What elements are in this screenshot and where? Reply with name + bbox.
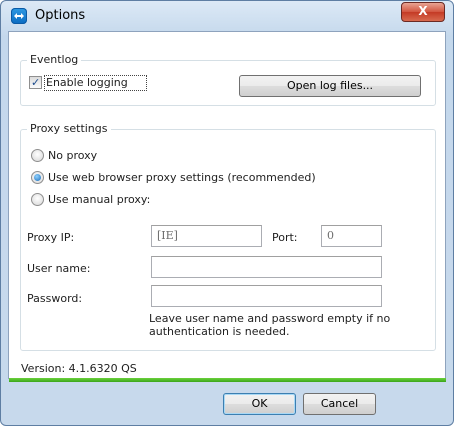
eventlog-group: Eventlog ✓ Enable logging Open log files…	[20, 53, 436, 106]
checkmark-icon: ✓	[31, 76, 41, 89]
window-title: Options	[35, 8, 86, 23]
radio-no-proxy[interactable]: No proxy	[31, 148, 151, 164]
hint-line-2: authentication is needed.	[149, 325, 290, 338]
password-label: Password:	[27, 292, 83, 305]
enable-logging-label: Enable logging	[46, 76, 128, 89]
ok-button[interactable]: OK	[223, 393, 296, 415]
proxy-ip-field[interactable]: [IE]	[151, 225, 262, 247]
port-label: Port:	[272, 231, 298, 244]
dialog-content: Eventlog ✓ Enable logging Open log files…	[8, 31, 446, 379]
options-dialog: Options X Eventlog ✓ Enable logging Open…	[0, 0, 454, 426]
open-log-files-button[interactable]: Open log files...	[239, 75, 421, 97]
radio-label: Use manual proxy:	[48, 193, 151, 206]
port-field[interactable]: 0	[321, 225, 382, 247]
enable-logging-checkbox[interactable]: ✓ Enable logging	[29, 75, 149, 91]
close-button[interactable]: X	[401, 2, 445, 22]
hint-line-1: Leave user name and password empty if no	[149, 312, 391, 325]
user-name-label: User name:	[27, 262, 91, 275]
title-bar[interactable]: Options X	[1, 1, 453, 31]
radio-button[interactable]	[31, 193, 44, 206]
proxy-settings-group: Proxy settings No proxy Use web browser …	[20, 122, 436, 351]
checkbox-box[interactable]: ✓	[29, 76, 42, 89]
version-label: Version: 4.1.6320 QS	[21, 362, 137, 375]
password-field[interactable]	[151, 285, 382, 307]
user-name-field[interactable]	[151, 256, 382, 278]
radio-browser-proxy[interactable]: Use web browser proxy settings (recommen…	[31, 170, 321, 186]
radio-label: Use web browser proxy settings (recommen…	[48, 171, 316, 184]
eventlog-legend: Eventlog	[27, 53, 82, 66]
proxy-ip-label: Proxy IP:	[27, 231, 75, 244]
teamviewer-app-icon	[11, 8, 27, 24]
cancel-button[interactable]: Cancel	[303, 393, 376, 415]
credentials-hint: Leave user name and password empty if no…	[149, 312, 390, 338]
radio-button[interactable]	[31, 149, 44, 162]
radio-label: No proxy	[48, 149, 98, 162]
proxy-settings-legend: Proxy settings	[27, 122, 111, 135]
radio-manual-proxy[interactable]: Use manual proxy:	[31, 192, 181, 208]
radio-button-selected[interactable]	[31, 171, 44, 184]
dialog-footer: OK Cancel	[9, 382, 446, 424]
close-icon: X	[418, 4, 428, 18]
